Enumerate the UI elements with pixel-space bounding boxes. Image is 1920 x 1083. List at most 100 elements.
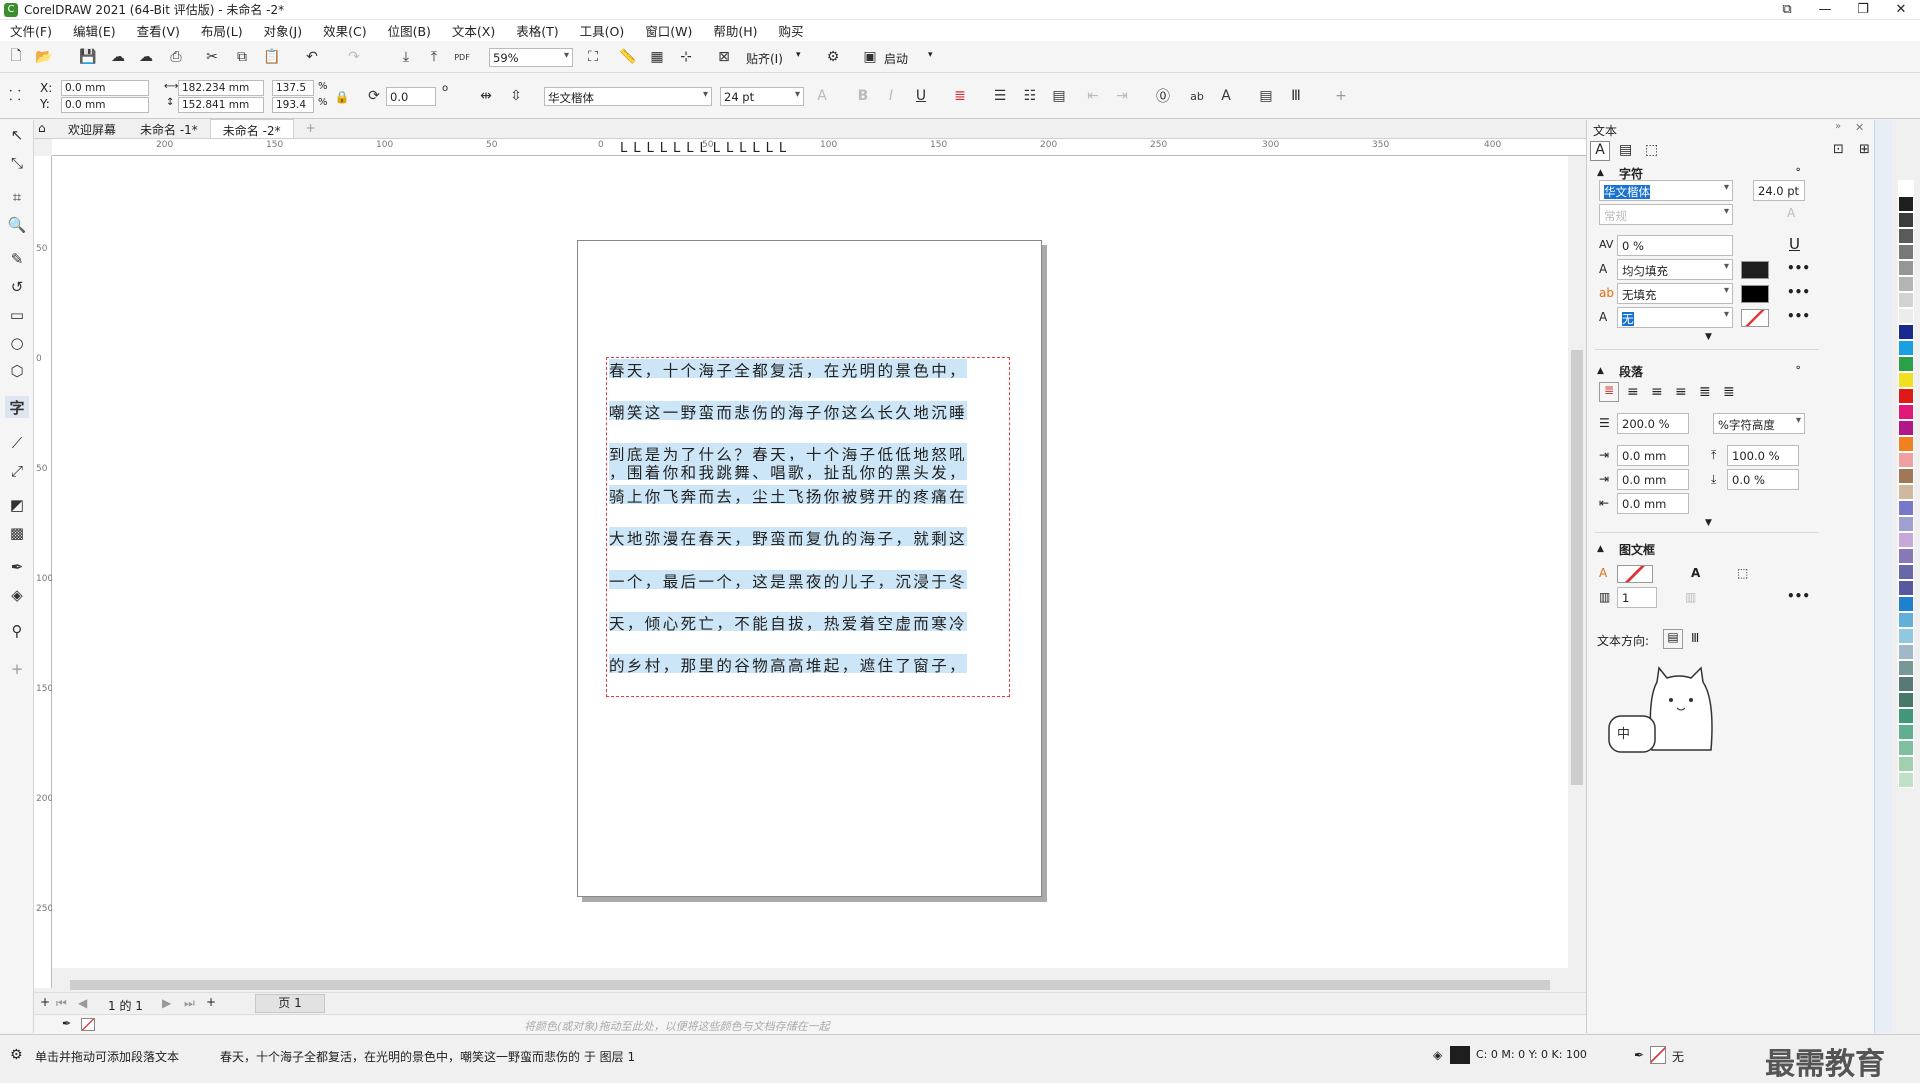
horizontal-text-icon[interactable]: ▤ [1256, 86, 1276, 106]
palette-color-swatch[interactable] [1898, 260, 1914, 276]
palette-color-swatch[interactable] [1898, 548, 1914, 564]
vertical-text-icon[interactable]: Ⅲ [1286, 86, 1306, 106]
artistic-media-icon[interactable]: ↺ [5, 276, 29, 298]
tab-welcome[interactable]: 欢迎屏幕 [56, 119, 128, 138]
previous-page-icon[interactable]: ◀ [78, 996, 87, 1010]
transparency-icon[interactable]: ▩ [5, 522, 29, 544]
page-tab[interactable]: 页 1 [255, 994, 325, 1013]
options-gear-icon[interactable]: ⚙ [823, 47, 843, 67]
eyedropper-icon[interactable]: ✒ [5, 556, 29, 578]
new-document-icon[interactable]: 🗋 [6, 47, 26, 67]
horizontal-direction-icon[interactable]: ▤ [1663, 629, 1683, 649]
font-style-select[interactable]: 常规 [1599, 204, 1733, 225]
no-alignment-icon[interactable]: ≣ [950, 86, 970, 106]
drop-shadow-icon[interactable]: ◩ [5, 494, 29, 516]
align-left-icon[interactable]: ≡ [1627, 384, 1639, 400]
import-icon[interactable]: ⤓ [396, 47, 416, 67]
new-tab-icon[interactable]: + [294, 119, 328, 138]
menu-object[interactable]: 对象(J) [264, 21, 302, 40]
menu-table[interactable]: 表格(T) [516, 21, 558, 40]
palette-color-swatch[interactable] [1898, 468, 1914, 484]
expand-character-icon[interactable]: ▼ [1705, 332, 1712, 342]
scale-width-field[interactable]: 137.5 [272, 80, 314, 96]
palette-color-swatch[interactable] [1898, 660, 1914, 676]
palette-color-swatch[interactable] [1898, 196, 1914, 212]
object-origin-icon[interactable]: ⸬ [5, 85, 25, 105]
mirror-horizontal-icon[interactable]: ⇹ [476, 86, 496, 106]
parallel-dimension-icon[interactable]: ⟋ [5, 432, 29, 454]
outline-color-swatch[interactable] [1741, 309, 1769, 327]
scale-height-field[interactable]: 193.4 [272, 97, 314, 113]
collapse-docker-icon[interactable]: » [1835, 121, 1841, 132]
palette-color-swatch[interactable] [1898, 212, 1914, 228]
fill-more-icon[interactable]: ••• [1787, 261, 1810, 275]
home-icon[interactable]: ⌂ [34, 119, 56, 138]
numbered-list-icon[interactable]: ☷ [1020, 86, 1040, 106]
smart-fill-icon[interactable]: ⚲ [5, 620, 29, 642]
palette-color-swatch[interactable] [1898, 324, 1914, 340]
palette-color-swatch[interactable] [1898, 404, 1914, 420]
palette-color-swatch[interactable] [1898, 484, 1914, 500]
text-tool-icon[interactable]: 字 [5, 396, 29, 418]
cut-icon[interactable]: ✂ [202, 47, 222, 67]
mirror-vertical-icon[interactable]: ⇳ [506, 86, 526, 106]
palette-color-swatch[interactable] [1898, 564, 1914, 580]
add-tool-icon[interactable]: + [5, 658, 29, 680]
menu-file[interactable]: 文件(F) [10, 21, 52, 40]
minimize-button[interactable]: — [1806, 0, 1844, 20]
palette-color-swatch[interactable] [1898, 452, 1914, 468]
font-size-select[interactable]: 24 pt [720, 87, 804, 106]
undo-icon[interactable]: ↶ [302, 47, 322, 67]
frame-shape-icon[interactable]: ⬚ [1737, 566, 1748, 580]
kerning-field[interactable]: 0 % [1617, 235, 1733, 256]
align-center-icon[interactable]: ≡ [1651, 384, 1663, 400]
cloud-upload-icon[interactable]: ☁ [136, 47, 156, 67]
background-color-swatch[interactable] [1741, 285, 1769, 303]
palette-color-swatch[interactable] [1898, 420, 1914, 436]
polygon-tool-icon[interactable]: ⬡ [5, 360, 29, 382]
font-family-select[interactable]: 华文楷体 [544, 87, 712, 106]
drop-cap-icon[interactable]: ▤ [1049, 86, 1069, 106]
width-field[interactable]: 182.234 mm [178, 80, 264, 96]
palette-color-swatch[interactable] [1898, 612, 1914, 628]
crop-tool-icon[interactable]: ⌗ [5, 186, 29, 208]
palette-color-swatch[interactable] [1898, 708, 1914, 724]
outline-more-icon[interactable]: ••• [1787, 309, 1810, 323]
palette-color-swatch[interactable] [1898, 372, 1914, 388]
docker-tab-strip[interactable] [1874, 120, 1892, 1033]
fill-color-swatch[interactable] [1450, 1046, 1470, 1064]
print-icon[interactable]: ⎙ [166, 47, 186, 67]
column-settings-icon[interactable]: ▥ [1685, 590, 1696, 604]
eyedropper-icon[interactable]: ✒ [62, 1017, 71, 1030]
rotation-field[interactable]: 0.0 [386, 87, 436, 106]
no-color-swatch[interactable] [81, 1018, 95, 1031]
shape-tool-icon[interactable]: ⤡ [5, 152, 29, 174]
first-page-icon[interactable]: ⏮ [56, 996, 67, 1011]
palette-color-swatch[interactable] [1898, 292, 1914, 308]
fill-type-select[interactable]: 均匀填充 [1617, 259, 1733, 280]
justify-full-icon[interactable]: ≣ [1699, 384, 1711, 400]
menu-window[interactable]: 窗口(W) [645, 21, 692, 40]
show-grid-icon[interactable]: ▦ [647, 47, 667, 67]
connector-tool-icon[interactable]: ⤢ [5, 460, 29, 482]
character-tab-icon[interactable]: A [1590, 141, 1610, 161]
y-position-field[interactable]: 0.0 mm [61, 97, 149, 113]
first-line-indent-field[interactable]: 0.0 mm [1617, 469, 1689, 490]
palette-color-swatch[interactable] [1898, 580, 1914, 596]
bullet-list-icon[interactable]: ☰ [990, 86, 1010, 106]
menu-tools[interactable]: 工具(O) [580, 21, 625, 40]
add-page-end-icon[interactable]: + [206, 995, 216, 1009]
expand-paragraph-icon[interactable]: ▼ [1705, 518, 1712, 528]
tab-stops[interactable]: LLLLLLLLLLLLL [620, 141, 792, 156]
palette-color-swatch[interactable] [1898, 676, 1914, 692]
decrease-indent-icon[interactable]: ⇤ [1083, 86, 1103, 106]
close-docker-icon[interactable]: ✕ [1855, 121, 1864, 134]
para-section-toggle-icon[interactable]: ▲ [1597, 366, 1604, 376]
align-right-icon[interactable]: ≡ [1675, 384, 1687, 400]
snap-off-icon[interactable]: ⊠ [714, 47, 734, 67]
palette-color-swatch[interactable] [1898, 244, 1914, 260]
para-section-options-icon[interactable]: ⚬ [1794, 363, 1802, 374]
zoom-tool-icon[interactable]: 🔍 [5, 214, 29, 236]
increase-indent-icon[interactable]: ⇥ [1112, 86, 1132, 106]
line-spacing-field[interactable]: 200.0 % [1617, 413, 1689, 434]
